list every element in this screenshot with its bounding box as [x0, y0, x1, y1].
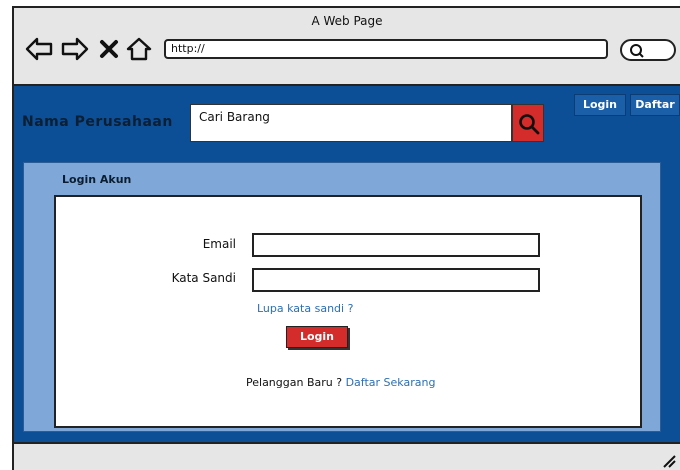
- search-icon: [519, 114, 540, 135]
- product-search-input[interactable]: Cari Barang: [190, 104, 512, 142]
- login-panel: Login Akun Email Kata Sandi Lupa kata sa…: [23, 162, 661, 432]
- login-button[interactable]: Login: [286, 326, 348, 348]
- new-customer-line: Pelanggan Baru ? Daftar Sekarang: [246, 376, 435, 389]
- search-button[interactable]: [512, 104, 544, 142]
- password-label: Kata Sandi: [171, 271, 236, 285]
- email-field[interactable]: [252, 233, 540, 257]
- forgot-password-link[interactable]: Lupa kata sandi ?: [257, 302, 353, 315]
- browser-search-box[interactable]: [620, 39, 676, 61]
- login-form: Email Kata Sandi Lupa kata sandi ? Login…: [54, 195, 642, 428]
- panel-title: Login Akun: [62, 173, 132, 186]
- new-customer-text: Pelanggan Baru ?: [246, 376, 343, 389]
- status-bar: [14, 442, 680, 470]
- home-icon[interactable]: [126, 36, 152, 62]
- header-login-button[interactable]: Login: [574, 94, 626, 116]
- forward-arrow-icon[interactable]: [60, 36, 90, 62]
- register-now-link[interactable]: Daftar Sekarang: [346, 376, 436, 389]
- back-arrow-icon[interactable]: [24, 36, 54, 62]
- address-bar[interactable]: http://: [164, 39, 608, 59]
- password-field[interactable]: [252, 268, 540, 292]
- close-x-icon[interactable]: [98, 36, 120, 62]
- search-icon: [630, 44, 644, 58]
- company-name: Nama Perusahaan: [22, 114, 173, 130]
- app-area: Nama Perusahaan Cari Barang Login Daftar…: [14, 86, 680, 442]
- resize-grip-icon[interactable]: [662, 454, 676, 468]
- browser-window: A Web Page http:// Nama Perusahaan Cari …: [12, 6, 680, 470]
- email-label: Email: [202, 237, 236, 251]
- browser-toolbar: A Web Page http://: [14, 8, 680, 86]
- window-title: A Web Page: [311, 14, 383, 28]
- header-register-button[interactable]: Daftar: [630, 94, 680, 116]
